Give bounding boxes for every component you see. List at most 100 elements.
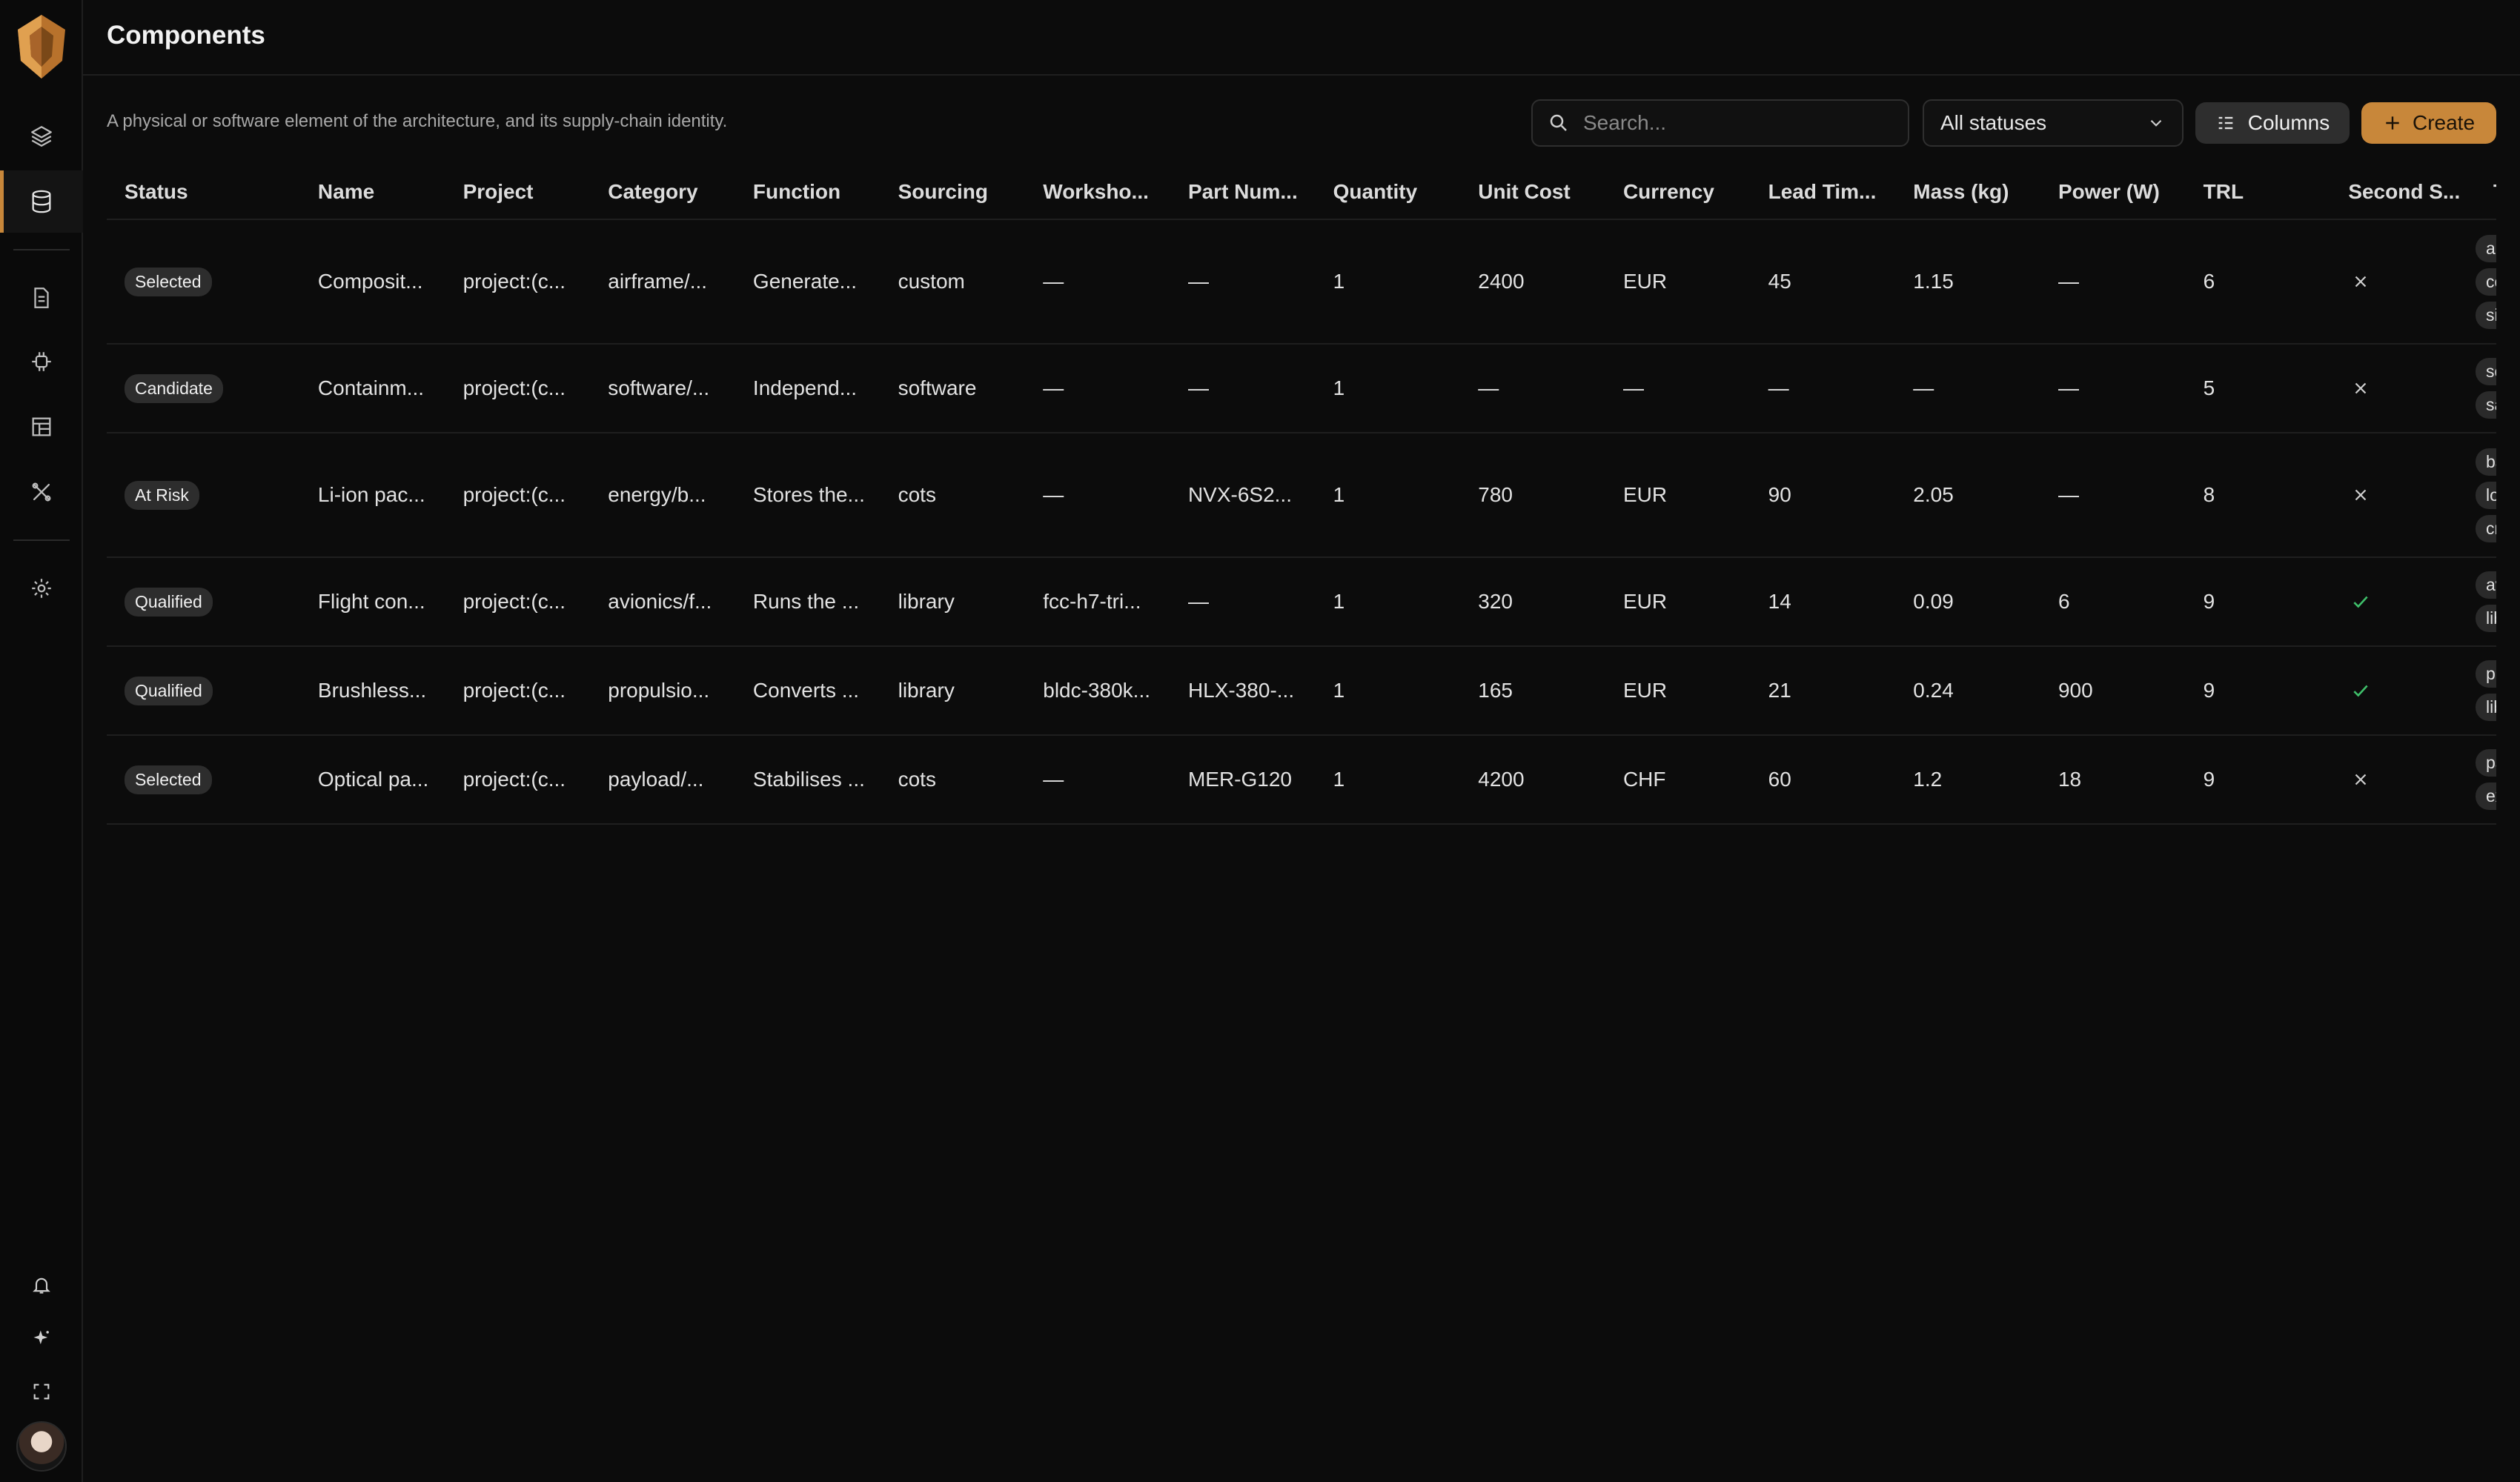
columns-icon: [2218, 116, 2233, 130]
tag-chip[interactable]: com: [2475, 268, 2496, 296]
sidebar-item-documents[interactable]: [0, 267, 83, 329]
tag-chip[interactable]: prop: [2475, 660, 2496, 688]
tag-chip[interactable]: avion: [2475, 571, 2496, 599]
cell-quantity: 1: [1315, 557, 1461, 647]
column-header[interactable]: TRL: [2185, 165, 2331, 220]
table-row[interactable]: Selected Composit... project:(c... airframe…: [107, 219, 2496, 345]
cell-workshop: fcc-h7-tri...: [1025, 557, 1170, 647]
cell-category: propulsio...: [590, 646, 735, 736]
cell-quantity: 1: [1315, 219, 1461, 345]
column-header[interactable]: Power (W): [2040, 165, 2186, 220]
check-icon: [2353, 596, 2368, 608]
sidebar-item-components[interactable]: [0, 170, 83, 233]
cell-workshop: bldc-380k...: [1025, 646, 1170, 736]
cell-name: Brushless...: [299, 646, 445, 736]
cell-category: energy/b...: [590, 433, 735, 558]
status-badge: Candidate: [125, 373, 223, 403]
column-header[interactable]: Currency: [1605, 165, 1751, 220]
search-box[interactable]: [1531, 99, 1909, 147]
column-header[interactable]: Part Num...: [1170, 165, 1316, 220]
table-row[interactable]: At Risk Li-ion pac... project:(c... energy/…: [107, 433, 2496, 558]
cell-workshop: —: [1025, 219, 1170, 345]
column-header[interactable]: Category: [590, 165, 735, 220]
column-header[interactable]: Unit Cost: [1460, 165, 1605, 220]
column-header[interactable]: Mass (kg): [1895, 165, 2040, 220]
cell-workshop: —: [1025, 433, 1170, 558]
create-button[interactable]: Create: [2361, 102, 2496, 144]
cell-power: 900: [2040, 646, 2186, 736]
cell-mass: 1.2: [1895, 735, 2040, 825]
nav-divider: [13, 539, 70, 541]
column-header[interactable]: Tags: [2475, 165, 2496, 220]
table-row[interactable]: Candidate Containm... project:(c... softwar…: [107, 344, 2496, 433]
cell-unit-cost: 165: [1460, 646, 1605, 736]
columns-button-label: Columns: [2247, 111, 2330, 134]
cell-function: Converts ...: [735, 646, 881, 736]
cell-workshop: —: [1025, 735, 1170, 825]
sidebar-item-settings[interactable]: [0, 557, 83, 619]
plus-icon: [2386, 116, 2399, 130]
sidebar-item-layout[interactable]: [0, 396, 83, 458]
cell-trl: 8: [2185, 433, 2331, 558]
page-header: Components: [83, 0, 2520, 76]
cell-lead-time: 45: [1750, 219, 1896, 345]
cell-category: software/...: [590, 344, 735, 433]
table-row[interactable]: Selected Optical pa... project:(c... payloa…: [107, 735, 2496, 825]
table-row[interactable]: Qualified Flight con... project:(c... avion…: [107, 557, 2496, 647]
cell-unit-cost: 780: [1460, 433, 1605, 558]
cell-function: Generate...: [735, 219, 881, 345]
tag-chip[interactable]: libra: [2475, 605, 2496, 632]
cell-lead-time: 21: [1750, 646, 1896, 736]
cell-lead-time: 90: [1750, 433, 1896, 558]
status-cell: Candidate: [107, 344, 300, 433]
cell-currency: CHF: [1605, 735, 1751, 825]
avatar[interactable]: [16, 1421, 67, 1472]
column-header[interactable]: Worksho...: [1025, 165, 1170, 220]
column-header[interactable]: Function: [735, 165, 881, 220]
tag-chip[interactable]: critic: [2475, 514, 2496, 542]
tag-chip[interactable]: libra: [2475, 694, 2496, 721]
tag-chip[interactable]: safet: [2475, 391, 2496, 419]
column-header[interactable]: Status: [107, 165, 300, 220]
close-icon: [2355, 382, 2367, 394]
cell-sourcing: custom: [880, 219, 1026, 345]
tag-chip[interactable]: expo: [2475, 782, 2496, 810]
cell-unit-cost: 320: [1460, 557, 1605, 647]
app-logo[interactable]: [13, 13, 70, 80]
tag-chip[interactable]: paylo: [2475, 749, 2496, 777]
cell-power: —: [2040, 344, 2186, 433]
status-cell: Qualified: [107, 646, 300, 736]
status-badge: At Risk: [125, 480, 199, 510]
search-input[interactable]: [1582, 110, 1893, 136]
cell-mass: 0.09: [1895, 557, 2040, 647]
cell-category: avionics/f...: [590, 557, 735, 647]
tag-chip[interactable]: airfra: [2475, 234, 2496, 262]
cell-lead-time: —: [1750, 344, 1896, 433]
cell-currency: EUR: [1605, 557, 1751, 647]
column-header[interactable]: Project: [445, 165, 591, 220]
column-header[interactable]: Sourcing: [880, 165, 1026, 220]
close-icon: [2355, 489, 2367, 501]
column-header[interactable]: Name: [299, 165, 445, 220]
column-header[interactable]: Quantity: [1315, 165, 1461, 220]
column-header[interactable]: Lead Tim...: [1750, 165, 1896, 220]
tag-chip[interactable]: long: [2475, 481, 2496, 509]
tag-chip[interactable]: sing: [2475, 301, 2496, 329]
tag-chip[interactable]: batte: [2475, 448, 2496, 476]
search-icon: [1550, 114, 1567, 131]
table-row[interactable]: Qualified Brushless... project:(c... propul…: [107, 646, 2496, 736]
column-header[interactable]: Second S...: [2330, 165, 2476, 220]
sidebar-item-hardware[interactable]: [0, 330, 83, 393]
fullscreen-button[interactable]: [0, 1360, 83, 1423]
cell-tags: airfra com sing: [2475, 219, 2496, 345]
status-filter-value: All statuses: [1940, 111, 2047, 134]
cell-project: project:(c...: [445, 557, 591, 647]
sidebar-item-tools[interactable]: [0, 461, 83, 523]
cell-category: payload/...: [590, 735, 735, 825]
sidebar-item-layers[interactable]: [0, 105, 83, 167]
tag-chip[interactable]: softw: [2475, 358, 2496, 385]
status-filter-select[interactable]: All statuses: [1923, 99, 2184, 147]
columns-button[interactable]: Columns: [2195, 102, 2350, 144]
cell-function: Independ...: [735, 344, 881, 433]
cell-currency: —: [1605, 344, 1751, 433]
